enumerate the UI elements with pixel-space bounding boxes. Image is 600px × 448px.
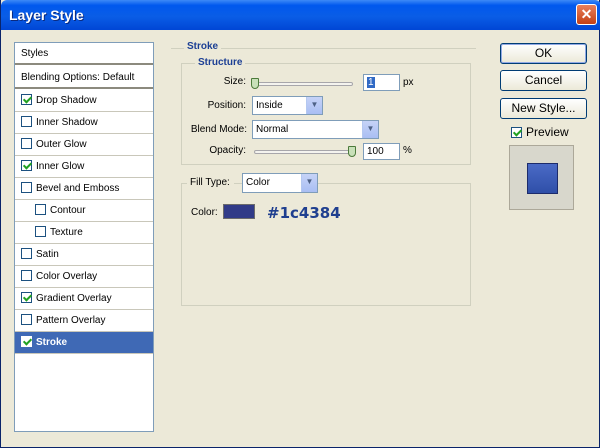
style-item-label: Gradient Overlay [36, 293, 112, 304]
color-hex-label: #1c4384 [267, 204, 341, 222]
checkbox-icon[interactable] [21, 292, 32, 303]
new-style-button[interactable]: New Style... [500, 98, 587, 119]
style-item-stroke[interactable]: Stroke [15, 332, 153, 354]
close-icon: ✕ [580, 6, 593, 22]
style-item-label: Contour [50, 205, 86, 216]
size-slider-thumb[interactable] [251, 78, 259, 89]
style-item-label: Blending Options: Default [21, 72, 135, 83]
blend-mode-select[interactable]: Normal ▼ [252, 120, 379, 139]
fill-type-select[interactable]: Color ▼ [242, 173, 318, 193]
new-style-label: New Style... [511, 101, 576, 115]
style-item-label: Bevel and Emboss [36, 183, 120, 194]
style-item-bevel-and-emboss[interactable]: Bevel and Emboss [15, 178, 153, 200]
style-item-label: Color Overlay [36, 271, 98, 282]
checkbox-icon[interactable] [21, 248, 32, 259]
opacity-slider-thumb[interactable] [348, 146, 356, 157]
style-item-inner-shadow[interactable]: Inner Shadow [15, 112, 153, 134]
style-item-pattern-overlay[interactable]: Pattern Overlay [15, 310, 153, 332]
style-item-label: Drop Shadow [36, 95, 97, 106]
style-item-color-overlay[interactable]: Color Overlay [15, 266, 153, 288]
styles-header[interactable]: Styles [15, 43, 153, 65]
title-bar[interactable]: Layer Style ✕ [1, 0, 600, 30]
styles-header-label: Styles [21, 48, 49, 59]
color-label: Color: [191, 207, 218, 218]
size-input[interactable]: 1 [363, 74, 400, 91]
fill-type-value: Color [246, 177, 270, 188]
structure-title: Structure [195, 57, 246, 68]
checkbox-icon[interactable] [35, 226, 46, 237]
chevron-down-icon[interactable]: ▼ [301, 174, 317, 192]
checkbox-icon[interactable] [21, 94, 32, 105]
stroke-title: Stroke [184, 41, 222, 52]
chevron-down-icon[interactable]: ▼ [362, 121, 378, 138]
opacity-input[interactable]: 100 [363, 143, 400, 160]
style-item-drop-shadow[interactable]: Drop Shadow [15, 90, 153, 112]
blend-mode-label: Blend Mode: [190, 124, 247, 135]
preview-box [509, 145, 574, 210]
style-item-label: Inner Shadow [36, 117, 98, 128]
checkbox-icon[interactable] [511, 127, 522, 138]
checkbox-icon[interactable] [21, 270, 32, 281]
position-value: Inside [256, 100, 283, 111]
blend-mode-value: Normal [256, 124, 289, 135]
position-select[interactable]: Inside ▼ [252, 96, 323, 115]
style-item-texture[interactable]: Texture [15, 222, 153, 244]
chevron-down-icon[interactable]: ▼ [306, 97, 322, 114]
style-item-label: Pattern Overlay [36, 315, 106, 326]
cancel-label: Cancel [524, 73, 563, 87]
checkbox-icon[interactable] [21, 314, 32, 325]
style-item-label: Texture [50, 227, 83, 238]
style-item-label: Outer Glow [36, 139, 87, 150]
style-item-blending-options-default[interactable]: Blending Options: Default [15, 67, 153, 89]
checkbox-icon[interactable] [21, 160, 32, 171]
style-item-inner-glow[interactable]: Inner Glow [15, 156, 153, 178]
checkbox-icon[interactable] [21, 138, 32, 149]
cancel-button[interactable]: Cancel [500, 70, 587, 91]
layer-style-dialog: Layer Style ✕ Styles Blending Options: D… [0, 0, 600, 448]
ok-button[interactable]: OK [500, 43, 587, 64]
style-item-label: Stroke [36, 337, 68, 348]
window-title: Layer Style [9, 7, 84, 23]
preview-checkbox[interactable]: Preview [511, 125, 569, 139]
style-item-satin[interactable]: Satin [15, 244, 153, 266]
position-label: Position: [207, 100, 246, 111]
color-swatch[interactable] [223, 204, 255, 219]
size-unit: px [403, 77, 414, 88]
style-item-gradient-overlay[interactable]: Gradient Overlay [15, 288, 153, 310]
styles-list: Styles Blending Options: Default Drop Sha… [14, 42, 154, 432]
fill-group [181, 183, 471, 306]
close-button[interactable]: ✕ [576, 4, 597, 25]
size-slider[interactable] [254, 82, 353, 86]
opacity-value: 100 [367, 146, 384, 157]
fill-type-label: Fill Type: [187, 177, 234, 188]
style-item-contour[interactable]: Contour [15, 200, 153, 222]
style-item-label: Inner Glow [36, 161, 85, 172]
ok-label: OK [534, 46, 553, 60]
size-value: 1 [367, 77, 375, 88]
checkbox-icon[interactable] [35, 204, 46, 215]
checkbox-icon[interactable] [21, 182, 32, 193]
checkbox-icon[interactable] [21, 336, 32, 347]
opacity-label: Opacity: [209, 145, 246, 156]
opacity-slider[interactable] [254, 150, 355, 154]
opacity-unit: % [403, 145, 412, 156]
style-item-outer-glow[interactable]: Outer Glow [15, 134, 153, 156]
style-item-label: Satin [36, 249, 59, 260]
preview-swatch [527, 163, 558, 194]
preview-label: Preview [526, 125, 569, 139]
checkbox-icon[interactable] [21, 116, 32, 127]
size-label: Size: [223, 76, 246, 87]
